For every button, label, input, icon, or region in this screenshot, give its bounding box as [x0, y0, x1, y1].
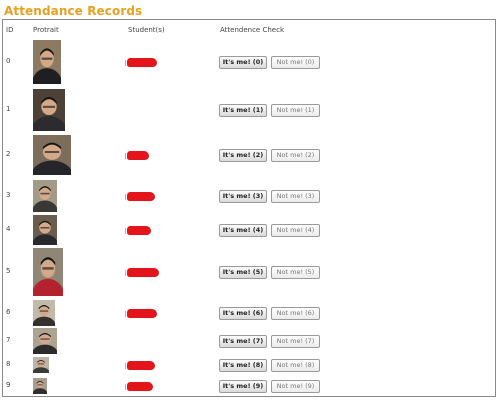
its-me-button[interactable]: It's me! (0)	[219, 56, 267, 69]
student-portrait	[33, 300, 55, 326]
student-name-redaction	[125, 309, 157, 318]
text-cursor-mark	[125, 311, 126, 317]
row-id: 5	[6, 267, 11, 275]
student-portrait	[33, 135, 71, 175]
student-portrait	[33, 40, 61, 84]
student-name-redaction	[125, 192, 155, 201]
its-me-button[interactable]: It's me! (1)	[219, 104, 267, 117]
not-me-button[interactable]: Not me! (8)	[271, 359, 320, 372]
student-portrait	[33, 180, 57, 212]
not-me-button[interactable]: Not me! (4)	[271, 224, 320, 237]
column-header-attendance-check: Attendence Check	[220, 26, 284, 34]
its-me-button[interactable]: It's me! (8)	[219, 359, 267, 372]
student-name-redaction	[125, 361, 155, 370]
row-id: 9	[6, 381, 11, 389]
student-portrait	[33, 89, 65, 131]
row-id: 4	[6, 225, 11, 233]
page-title: Attendance Records	[4, 4, 143, 18]
student-name-redaction	[125, 58, 157, 67]
text-cursor-mark	[125, 384, 126, 390]
not-me-button[interactable]: Not me! (0)	[271, 56, 320, 69]
its-me-button[interactable]: It's me! (3)	[219, 190, 267, 203]
student-name-redaction	[125, 226, 151, 235]
text-cursor-mark	[125, 153, 126, 159]
not-me-button[interactable]: Not me! (5)	[271, 266, 320, 279]
column-header-students: Student(s)	[128, 26, 165, 34]
student-name-redaction	[125, 151, 149, 160]
not-me-button[interactable]: Not me! (9)	[271, 380, 320, 393]
row-id: 6	[6, 308, 11, 316]
not-me-button[interactable]: Not me! (3)	[271, 190, 320, 203]
column-header-id: ID	[6, 26, 14, 34]
attendance-page: Attendance Records ID Protrait Student(s…	[0, 0, 500, 400]
text-cursor-mark	[125, 60, 126, 66]
its-me-button[interactable]: It's me! (6)	[219, 307, 267, 320]
row-id: 7	[6, 336, 11, 344]
row-id: 3	[6, 191, 11, 199]
column-header-portrait: Protrait	[33, 26, 59, 34]
its-me-button[interactable]: It's me! (9)	[219, 380, 267, 393]
text-cursor-mark	[125, 270, 126, 276]
student-name-redaction	[125, 382, 153, 391]
its-me-button[interactable]: It's me! (4)	[219, 224, 267, 237]
row-id: 2	[6, 150, 11, 158]
row-id: 8	[6, 360, 11, 368]
not-me-button[interactable]: Not me! (7)	[271, 335, 320, 348]
its-me-button[interactable]: It's me! (5)	[219, 266, 267, 279]
row-id: 0	[6, 57, 11, 65]
its-me-button[interactable]: It's me! (2)	[219, 149, 267, 162]
student-portrait	[33, 378, 47, 394]
text-cursor-mark	[125, 194, 126, 200]
not-me-button[interactable]: Not me! (2)	[271, 149, 320, 162]
its-me-button[interactable]: It's me! (7)	[219, 335, 267, 348]
student-name-redaction	[125, 268, 159, 277]
student-portrait	[33, 357, 49, 373]
student-portrait	[33, 328, 57, 354]
not-me-button[interactable]: Not me! (1)	[271, 104, 320, 117]
text-cursor-mark	[125, 228, 126, 234]
row-id: 1	[6, 105, 11, 113]
student-portrait	[33, 248, 63, 296]
not-me-button[interactable]: Not me! (6)	[271, 307, 320, 320]
student-portrait	[33, 215, 57, 245]
text-cursor-mark	[125, 363, 126, 369]
